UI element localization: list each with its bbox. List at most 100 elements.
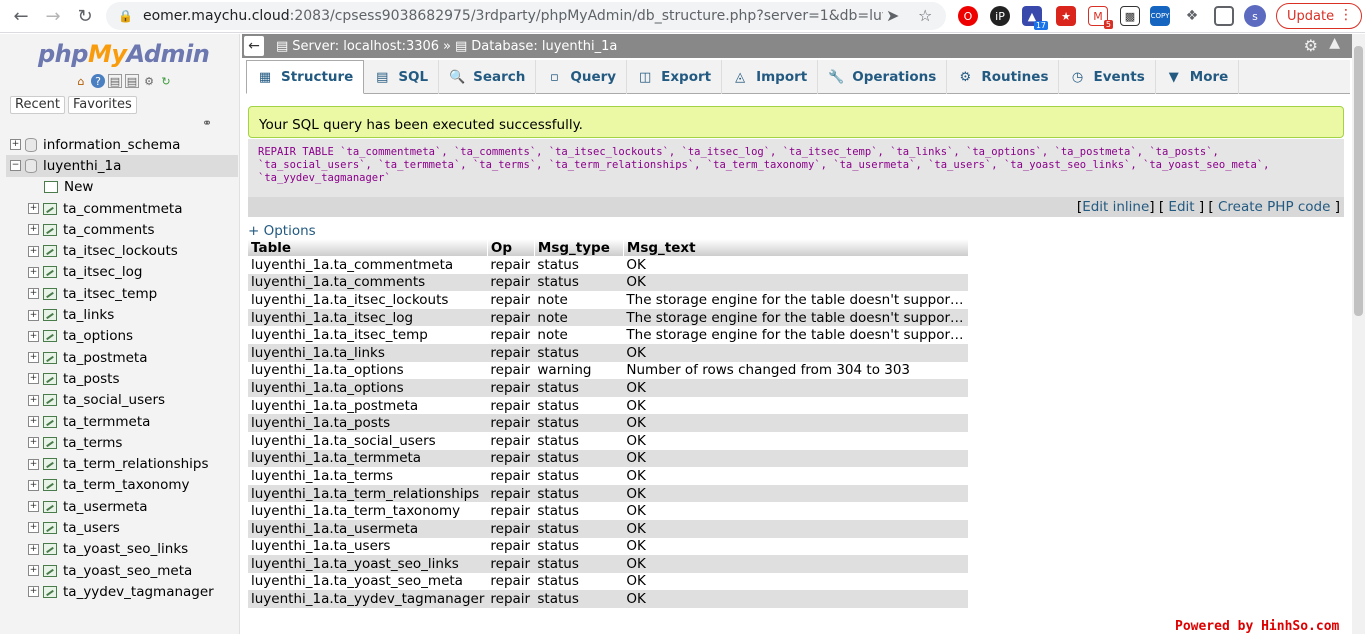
- expand-plus-icon[interactable]: +: [28, 522, 39, 534]
- expand-plus-icon[interactable]: +: [28, 330, 39, 342]
- options-link[interactable]: + Options: [248, 223, 316, 239]
- favorites-button[interactable]: Favorites: [68, 96, 137, 114]
- tab-operations[interactable]: 🔧 Operations: [818, 60, 948, 94]
- edit-inline-link[interactable]: Edit inline: [1082, 199, 1149, 215]
- collapse-nav-arrow-icon[interactable]: ←: [244, 36, 264, 56]
- update-button[interactable]: Update ⋮: [1276, 3, 1362, 29]
- tree-table-item[interactable]: + ta_terms: [6, 432, 238, 453]
- settings-gear-icon[interactable]: ⚙: [1304, 36, 1318, 55]
- phpmyadmin-logo[interactable]: phpMyAdmin: [38, 40, 210, 68]
- page-scrollbar[interactable]: [1352, 34, 1365, 634]
- expand-plus-icon[interactable]: +: [28, 543, 39, 555]
- msg-text-value: The storage engine for the table doesn't…: [626, 327, 966, 344]
- tree-table-item[interactable]: + ta_yoast_seo_links: [6, 539, 238, 560]
- reload-icon[interactable]: ↻: [70, 1, 100, 31]
- link-chain-icon[interactable]: ⚭: [202, 116, 212, 130]
- docs-icon[interactable]: ▤: [108, 74, 122, 88]
- tree-table-item[interactable]: + ta_comments: [6, 219, 238, 240]
- expand-plus-icon[interactable]: +: [28, 309, 39, 321]
- expand-plus-icon[interactable]: +: [28, 458, 39, 470]
- expand-plus-icon[interactable]: +: [28, 203, 39, 215]
- tab-import[interactable]: ◬ Import: [722, 60, 819, 94]
- extension-ip-icon[interactable]: iP: [990, 6, 1010, 26]
- column-header-msg-text[interactable]: Msg_text: [623, 239, 969, 256]
- expand-plus-icon[interactable]: +: [28, 352, 39, 364]
- tree-table-item[interactable]: + ta_itsec_lockouts: [6, 240, 238, 261]
- tree-table-item[interactable]: + ta_termmeta: [6, 411, 238, 432]
- extension-gmail-icon[interactable]: M5: [1088, 6, 1113, 29]
- tree-table-item[interactable]: + ta_options: [6, 326, 238, 347]
- recent-button[interactable]: Recent: [10, 96, 65, 114]
- column-header-table[interactable]: Table: [248, 239, 488, 256]
- tab-export[interactable]: ◫ Export: [627, 60, 723, 94]
- expand-plus-icon[interactable]: +: [28, 288, 39, 300]
- bookmark-star-icon[interactable]: ☆: [918, 6, 932, 25]
- tab-structure[interactable]: ▦ Structure: [246, 60, 365, 94]
- tree-table-item[interactable]: + ta_social_users: [6, 390, 238, 411]
- tree-db-luyenthi-1a[interactable]: − luyenthi_1a: [6, 155, 238, 177]
- profile-avatar[interactable]: s: [1244, 5, 1266, 27]
- tab-query[interactable]: ▫ Query: [536, 60, 628, 94]
- expand-plus-icon[interactable]: +: [28, 224, 39, 236]
- tree-table-item[interactable]: + ta_yoast_seo_meta: [6, 560, 238, 581]
- expand-plus-icon[interactable]: +: [28, 266, 39, 278]
- expand-plus-icon[interactable]: +: [28, 479, 39, 491]
- column-header-msg-type[interactable]: Msg_type: [534, 239, 624, 256]
- expand-plus-icon[interactable]: +: [28, 416, 39, 427]
- expand-plus-icon[interactable]: +: [28, 437, 39, 449]
- tree-table-item[interactable]: + ta_itsec_temp: [6, 283, 238, 304]
- extensions-puzzle-icon[interactable]: ❖: [1182, 6, 1202, 26]
- url-text[interactable]: eomer.maychu.cloud:2083/cpsess9038682975…: [143, 8, 883, 24]
- reload-nav-icon[interactable]: ↻: [159, 74, 173, 88]
- tree-table-item[interactable]: + ta_users: [6, 517, 238, 538]
- create-php-code-link[interactable]: Create PHP code: [1218, 199, 1330, 215]
- side-panel-icon[interactable]: [1214, 6, 1234, 26]
- cell-table: luyenthi_1a.ta_posts: [248, 414, 488, 432]
- extension-opera-icon[interactable]: O: [958, 6, 978, 26]
- home-icon[interactable]: ⌂: [74, 74, 88, 88]
- tree-table-item[interactable]: + ta_postmeta: [6, 347, 238, 368]
- send-icon[interactable]: ➤: [886, 6, 899, 25]
- tab-more[interactable]: ▼ More: [1156, 60, 1240, 94]
- tree-table-item[interactable]: + ta_links: [6, 304, 238, 325]
- scrollbar-thumb[interactable]: [1354, 46, 1363, 316]
- settings-gear-icon[interactable]: ⚙: [142, 74, 156, 88]
- tab-sql[interactable]: ▤ SQL: [364, 60, 440, 94]
- edit-link[interactable]: Edit: [1168, 199, 1194, 215]
- info-icon[interactable]: ?: [91, 74, 105, 88]
- tree-table-item[interactable]: + ta_yydev_tagmanager: [6, 581, 238, 602]
- column-header-op[interactable]: Op: [487, 239, 535, 256]
- tree-table-item[interactable]: + ta_itsec_log: [6, 262, 238, 283]
- tab-routines[interactable]: ⚙ Routines: [947, 60, 1060, 94]
- expand-plus-icon[interactable]: +: [28, 565, 39, 577]
- forward-arrow-icon[interactable]: →: [38, 1, 68, 31]
- extension-copy-icon[interactable]: COPY: [1150, 6, 1170, 26]
- tree-item-new[interactable]: New: [6, 177, 238, 198]
- expand-plus-icon[interactable]: +: [28, 245, 39, 257]
- tree-table-label: ta_termmeta: [63, 413, 151, 430]
- tab-events[interactable]: ◷ Events: [1059, 60, 1156, 94]
- sql-docs-icon[interactable]: ▤: [125, 74, 139, 88]
- expand-plus-icon[interactable]: +: [28, 394, 39, 406]
- expand-plus-icon[interactable]: +: [28, 373, 39, 385]
- tree-table-item[interactable]: + ta_term_taxonomy: [6, 475, 238, 496]
- table-row: luyenthi_1a.ta_itsec_lockouts repair note T…: [248, 291, 969, 309]
- back-arrow-icon[interactable]: ←: [6, 1, 36, 31]
- tree-table-item[interactable]: + ta_term_relationships: [6, 453, 238, 474]
- tree-table-item[interactable]: + ta_posts: [6, 368, 238, 389]
- expand-plus-icon[interactable]: +: [10, 139, 21, 151]
- extension-qr-icon[interactable]: ▩: [1120, 6, 1140, 26]
- collapse-minus-icon[interactable]: −: [10, 160, 21, 172]
- extension-flag-icon[interactable]: ★: [1056, 6, 1076, 26]
- extension-graduation-icon[interactable]: ▲ 17: [1022, 6, 1048, 30]
- tree-table-item[interactable]: + ta_usermeta: [6, 496, 238, 517]
- breadcrumb-database[interactable]: Database: luyenthi_1a: [471, 39, 617, 54]
- address-bar[interactable]: 🔒 eomer.maychu.cloud:2083/cpsess90386829…: [106, 2, 946, 30]
- tree-db-information-schema[interactable]: + information_schema: [6, 134, 238, 155]
- tree-table-item[interactable]: + ta_commentmeta: [6, 198, 238, 219]
- tab-search[interactable]: 🔍 Search: [439, 60, 537, 94]
- collapse-top-icon[interactable]: ▲: [1329, 35, 1340, 51]
- breadcrumb-server[interactable]: Server: localhost:3306: [292, 39, 439, 54]
- expand-plus-icon[interactable]: +: [28, 501, 39, 513]
- expand-plus-icon[interactable]: +: [28, 586, 39, 598]
